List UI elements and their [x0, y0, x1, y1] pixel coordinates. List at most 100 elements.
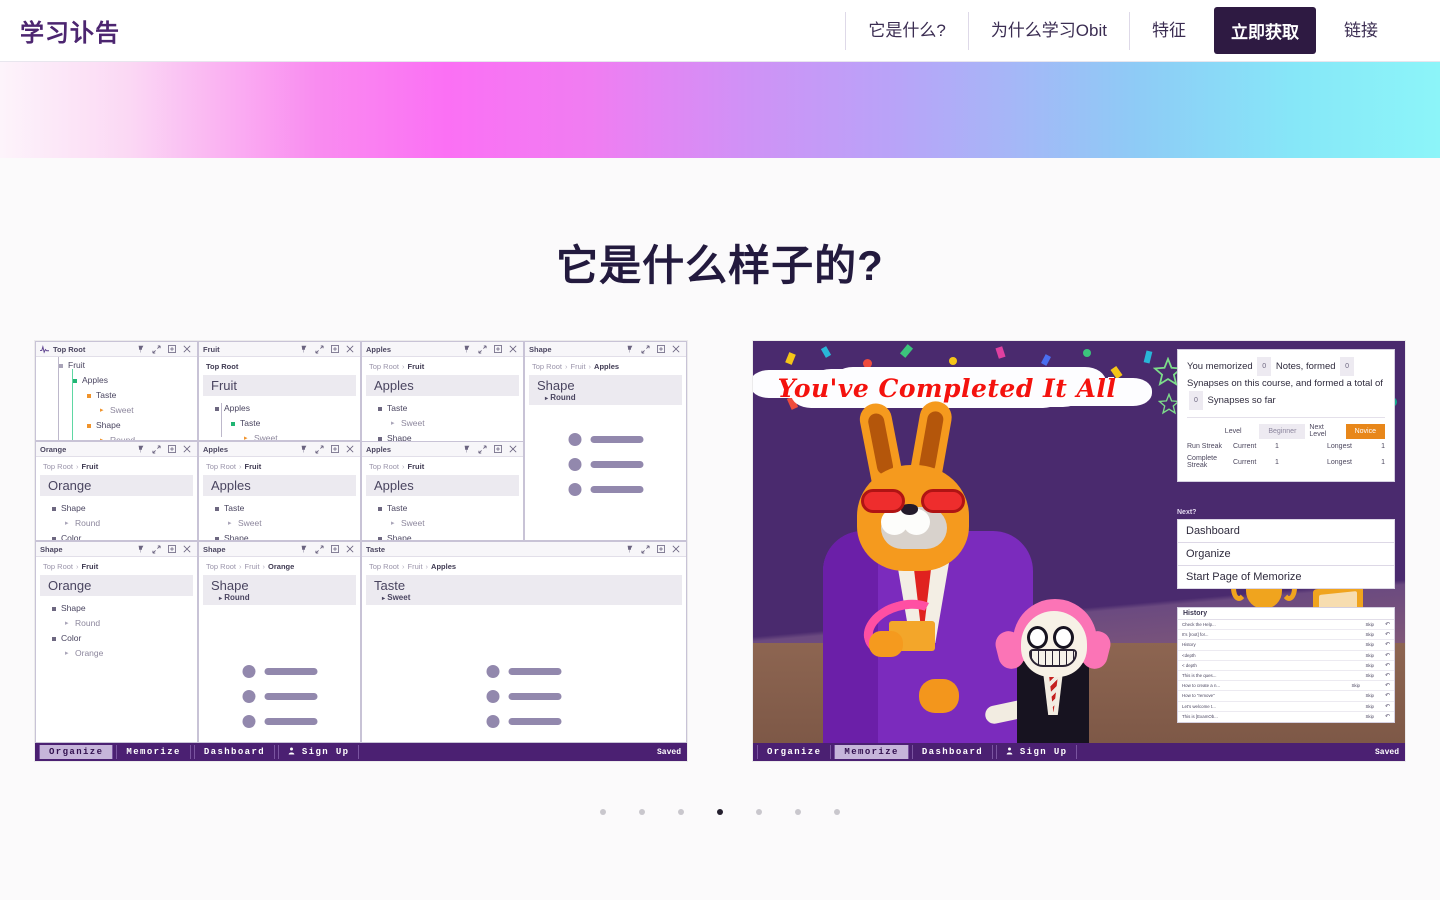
- close-icon[interactable]: [509, 445, 517, 453]
- pin-icon[interactable]: [626, 345, 634, 353]
- chevron-right-icon[interactable]: ▸: [65, 616, 70, 631]
- tree-row[interactable]: Taste: [206, 501, 353, 516]
- history-skip-label[interactable]: Skip: [1365, 642, 1382, 647]
- expand-icon[interactable]: [152, 444, 161, 454]
- breadcrumb-item[interactable]: Top Root: [43, 462, 73, 471]
- toolbar-item-signup[interactable]: Sign Up: [996, 745, 1078, 759]
- close-icon[interactable]: [346, 545, 354, 553]
- expand-icon[interactable]: [641, 344, 650, 354]
- tree-row[interactable]: Color: [43, 631, 190, 646]
- undo-icon[interactable]: ↶: [1382, 672, 1390, 679]
- add-panel-icon[interactable]: [657, 345, 665, 353]
- tree-row[interactable]: ▸ Sweet: [369, 416, 516, 431]
- add-panel-icon[interactable]: [494, 445, 502, 453]
- history-skip-label[interactable]: Skip: [1351, 683, 1382, 688]
- add-panel-icon[interactable]: [494, 345, 502, 353]
- close-icon[interactable]: [183, 445, 191, 453]
- panel-top-root[interactable]: Top Root Fruit Apples Taste ▸ Sweet Shap…: [35, 341, 198, 441]
- pin-icon[interactable]: [137, 345, 145, 353]
- breadcrumb-item[interactable]: Top Root: [206, 462, 236, 471]
- breadcrumb-item[interactable]: Fruit: [245, 462, 262, 471]
- toolbar-item-organize[interactable]: Organize: [39, 745, 114, 759]
- history-skip-label[interactable]: Skip: [1365, 632, 1382, 637]
- chevron-right-icon[interactable]: ▸: [391, 516, 396, 531]
- history-row[interactable]: <depth Skip ↶: [1178, 651, 1394, 661]
- breadcrumb-item[interactable]: Apples: [594, 362, 619, 371]
- undo-icon[interactable]: ↶: [1382, 621, 1390, 628]
- undo-icon[interactable]: ↶: [1382, 662, 1390, 669]
- expand-icon[interactable]: [152, 544, 161, 554]
- history-skip-label[interactable]: Skip: [1365, 704, 1382, 709]
- breadcrumb-item[interactable]: Fruit: [82, 562, 99, 571]
- add-panel-icon[interactable]: [657, 545, 665, 553]
- toolbar-item-organize[interactable]: Organize: [757, 745, 832, 759]
- tree-row[interactable]: Shape: [43, 601, 190, 616]
- add-panel-icon[interactable]: [331, 445, 339, 453]
- expand-icon[interactable]: [152, 344, 161, 354]
- toolbar-item-dashboard[interactable]: Dashboard: [193, 745, 276, 759]
- undo-icon[interactable]: ↶: [1382, 692, 1390, 699]
- history-row[interactable]: Check the Help... Skip ↶: [1178, 620, 1394, 631]
- chevron-right-icon[interactable]: ▸: [391, 416, 396, 431]
- chevron-right-icon[interactable]: ▸: [244, 431, 249, 440]
- carousel-dot-2[interactable]: [639, 809, 645, 815]
- tree-row[interactable]: Color: [43, 531, 190, 540]
- history-row[interactable]: This is [ExamOb... Skip ↶: [1178, 712, 1394, 722]
- tree-row[interactable]: Shape: [206, 531, 353, 540]
- expand-icon[interactable]: [478, 444, 487, 454]
- tree-row[interactable]: Shape: [43, 418, 190, 433]
- tree-row[interactable]: Apples: [206, 401, 353, 416]
- breadcrumb-item[interactable]: Fruit: [408, 362, 425, 371]
- tree-row[interactable]: ▸ Orange: [43, 646, 190, 661]
- tree-row[interactable]: Shape: [43, 501, 190, 516]
- chevron-right-icon[interactable]: ▸: [228, 516, 233, 531]
- next-option-dashboard[interactable]: Dashboard: [1177, 519, 1395, 542]
- undo-icon[interactable]: ↶: [1382, 641, 1390, 648]
- tree-row[interactable]: Taste: [369, 401, 516, 416]
- undo-icon[interactable]: ↶: [1382, 703, 1390, 710]
- pin-icon[interactable]: [300, 545, 308, 553]
- history-skip-label[interactable]: Skip: [1365, 663, 1382, 668]
- history-skip-label[interactable]: Skip: [1365, 673, 1382, 678]
- close-icon[interactable]: [672, 345, 680, 353]
- undo-icon[interactable]: ↶: [1382, 713, 1390, 720]
- panel-orange-top[interactable]: Orange Top Root › Fruit Orange Shape ▸ R…: [35, 441, 198, 541]
- history-row[interactable]: This is the ques... Skip ↶: [1178, 671, 1394, 682]
- history-skip-label[interactable]: Skip: [1365, 622, 1382, 627]
- tree-row[interactable]: ▸ Sweet: [369, 516, 516, 531]
- close-icon[interactable]: [346, 345, 354, 353]
- toolbar-item-memorize[interactable]: Memorize: [116, 745, 191, 759]
- panel-fruit[interactable]: Fruit Top Root Fruit Apples Taste ▸ Swee…: [198, 341, 361, 441]
- panel-shape-orange[interactable]: Shape Top Root › Fruit › Orange Shape ▸ …: [198, 541, 361, 743]
- memorize-screenshot[interactable]: You've Completed It All You memorized 0 …: [753, 341, 1405, 761]
- history-row[interactable]: How to "remove" Skip ↶: [1178, 691, 1394, 702]
- history-row[interactable]: How to create a n... Skip ↶: [1178, 681, 1394, 692]
- tree-row[interactable]: ▸ Sweet: [206, 516, 353, 531]
- chevron-right-icon[interactable]: ▸: [100, 403, 105, 418]
- tree-row[interactable]: Taste: [43, 388, 190, 403]
- add-panel-icon[interactable]: [168, 445, 176, 453]
- carousel-dot-7[interactable]: [834, 809, 840, 815]
- tree-row[interactable]: ▸ Sweet: [206, 431, 353, 440]
- breadcrumb-item[interactable]: Fruit: [408, 462, 425, 471]
- breadcrumb-item[interactable]: Orange: [268, 562, 294, 571]
- tree-row[interactable]: Apples: [43, 373, 190, 388]
- breadcrumb-item[interactable]: Top Root: [369, 562, 399, 571]
- add-panel-icon[interactable]: [168, 345, 176, 353]
- pin-icon[interactable]: [626, 545, 634, 553]
- history-skip-label[interactable]: Skip: [1365, 714, 1382, 719]
- tree-row[interactable]: ▸ Round: [43, 433, 190, 440]
- tree-row[interactable]: ▸ Round: [43, 516, 190, 531]
- tree-row[interactable]: ▸ Round: [43, 616, 190, 631]
- close-icon[interactable]: [509, 345, 517, 353]
- expand-icon[interactable]: [315, 444, 324, 454]
- breadcrumb-item[interactable]: Top Root: [369, 462, 399, 471]
- nav-item-what-is-it[interactable]: 它是什么?: [846, 11, 967, 51]
- undo-icon[interactable]: ↶: [1382, 631, 1390, 638]
- history-row[interactable]: It's [root] for... Skip ↶: [1178, 630, 1394, 641]
- breadcrumb-item[interactable]: Fruit: [82, 462, 99, 471]
- tree-row[interactable]: Taste: [369, 501, 516, 516]
- chevron-right-icon[interactable]: ▸: [65, 646, 70, 661]
- carousel-dot-5[interactable]: [756, 809, 762, 815]
- nav-item-features[interactable]: 特征: [1130, 11, 1208, 51]
